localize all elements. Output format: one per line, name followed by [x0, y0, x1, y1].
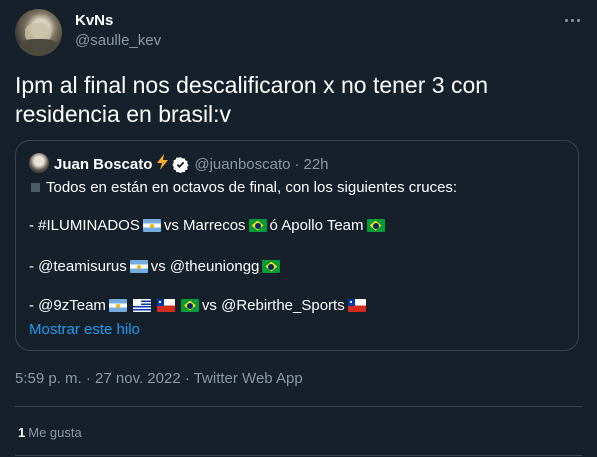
brazil-flag-icon: [180, 299, 199, 312]
quote-avatar[interactable]: [29, 153, 49, 173]
line1-team-a: - #ILUMINADOS: [29, 217, 140, 234]
quote-time[interactable]: 22h: [303, 156, 328, 173]
avatar[interactable]: [15, 9, 62, 56]
verified-badge-icon: [172, 156, 190, 174]
tweet-timestamp[interactable]: 5:59 p. m. · 27 nov. 2022 · Twitter Web …: [15, 370, 303, 387]
more-dots-icon[interactable]: [561, 12, 583, 28]
show-thread-link[interactable]: Mostrar este hilo: [29, 321, 140, 338]
tweet: KvNs @saulle_kev Ipm al final nos descal…: [0, 0, 597, 457]
quote-line-3: - @9zTeam vs @Rebirthe_Sports: [29, 297, 369, 314]
author-handle[interactable]: @saulle_kev: [75, 32, 161, 49]
line3-team-a: - @9zTeam: [29, 297, 106, 314]
uruguay-flag-icon: [132, 299, 151, 312]
tweet-text: Ipm al final nos descalificaron x no ten…: [15, 72, 489, 127]
brazil-flag-icon: [366, 219, 385, 232]
line2-team-a: - @teamisurus: [29, 258, 127, 275]
brazil-flag-icon: [262, 260, 281, 273]
quote-intro-text: Todos en están en octavos de final, con …: [46, 179, 458, 196]
divider: [15, 455, 582, 456]
likes-stat[interactable]: 1 Me gusta: [18, 425, 82, 440]
author-name[interactable]: KvNs: [75, 12, 113, 29]
quote-author-name[interactable]: Juan Boscato: [54, 156, 152, 173]
argentina-flag-icon: [129, 260, 148, 273]
quote-author-handle[interactable]: @juanboscato: [194, 156, 290, 173]
chile-flag-icon: [347, 299, 366, 312]
line1-team-b: vs Marrecos: [163, 217, 246, 234]
argentina-flag-icon: [108, 299, 127, 312]
quote-header: Juan Boscato @juanboscato · 22h: [54, 154, 329, 175]
line3-team-b: vs @Rebirthe_Sports: [201, 297, 345, 314]
quote-intro: Todos en están en octavos de final, con …: [29, 179, 457, 196]
likes-count: 1: [18, 425, 26, 440]
likes-label: Me gusta: [28, 425, 82, 440]
line2-team-b: vs @theuniongg: [150, 258, 260, 275]
line1-team-c: ó Apollo Team: [269, 217, 364, 234]
chile-flag-icon: [156, 299, 175, 312]
square-icon: [31, 183, 40, 192]
brazil-flag-icon: [248, 219, 267, 232]
divider: [15, 406, 582, 407]
quote-line-2: - @teamisurus vs @theuniongg: [29, 258, 283, 275]
quote-separator: ·: [294, 156, 300, 173]
quoted-tweet[interactable]: Juan Boscato @juanboscato · 22h Todos en…: [15, 140, 579, 351]
argentina-flag-icon: [142, 219, 161, 232]
lightning-bolt-icon: [156, 154, 169, 175]
quote-line-1: - #ILUMINADOS vs Marrecos ó Apollo Team: [29, 217, 388, 234]
